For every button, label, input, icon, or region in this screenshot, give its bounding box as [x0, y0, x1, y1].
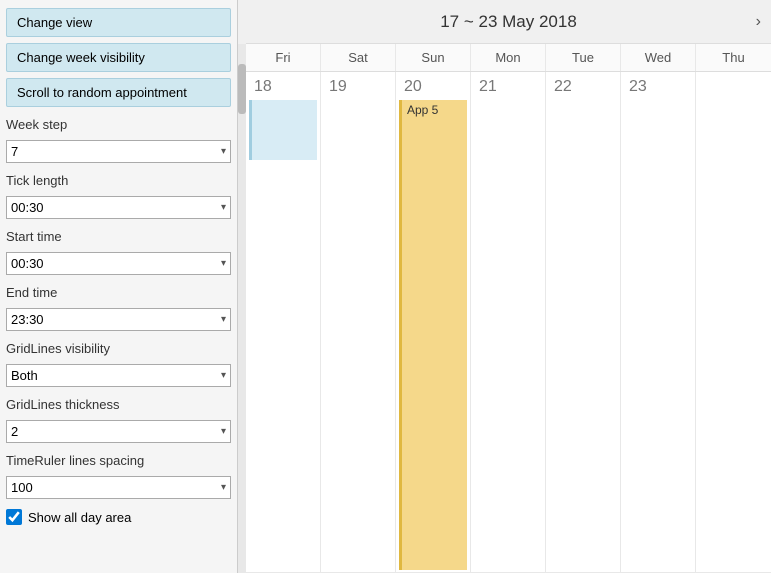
cal-event-faded[interactable] — [249, 100, 317, 160]
timeruler-spacing-select[interactable]: 50100150200 — [11, 480, 53, 495]
timeruler-spacing-caret: ▾ — [221, 482, 226, 493]
tick-length-select-wrapper[interactable]: 00:1500:3001:00 ▾ — [6, 196, 231, 219]
cal-cell-wed[interactable]: 23 — [621, 72, 696, 573]
gridlines-visibility-label: GridLines visibility — [6, 341, 231, 356]
cal-cell-sat[interactable]: 19 — [321, 72, 396, 573]
end-time-caret: ▾ — [221, 314, 226, 325]
scroll-random-button[interactable]: Scroll to random appointment — [6, 78, 231, 107]
cal-day-num-20: 20 — [396, 72, 470, 98]
day-header-mon: Mon — [471, 44, 546, 71]
timeruler-spacing-label: TimeRuler lines spacing — [6, 453, 231, 468]
cal-cell-mon[interactable]: 21 — [471, 72, 546, 573]
week-step-select[interactable]: 1234567 — [11, 144, 39, 159]
calendar-header: 17 ~ 23 May 2018 › — [246, 0, 771, 44]
day-header-sat: Sat — [321, 44, 396, 71]
day-header-fri: Fri — [246, 44, 321, 71]
tick-length-select[interactable]: 00:1500:3001:00 — [11, 200, 64, 215]
day-header-wed: Wed — [621, 44, 696, 71]
gridlines-thickness-caret: ▾ — [221, 426, 226, 437]
appointment-label: App 5 — [407, 103, 438, 117]
show-all-day-area-label: Show all day area — [28, 510, 131, 525]
calendar-next-button[interactable]: › — [756, 13, 761, 31]
cal-cell-sun[interactable]: 20 App 5 — [396, 72, 471, 573]
cal-day-num-23: 23 — [621, 72, 695, 98]
tick-length-caret: ▾ — [221, 202, 226, 213]
gridlines-visibility-select-wrapper[interactable]: NoneHorizontalVerticalBoth ▾ — [6, 364, 231, 387]
cal-day-num-19: 19 — [321, 72, 395, 98]
cal-day-num-22: 22 — [546, 72, 620, 98]
timeruler-spacing-select-wrapper[interactable]: 50100150200 ▾ — [6, 476, 231, 499]
calendar-days-header: Fri Sat Sun Mon Tue Wed Thu — [246, 44, 771, 72]
change-view-button[interactable]: Change view — [6, 8, 231, 37]
show-all-day-area-checkbox[interactable] — [6, 509, 22, 525]
calendar-body: 18 19 20 App 5 21 22 — [246, 72, 771, 573]
start-time-caret: ▾ — [221, 258, 226, 269]
day-header-thu: Thu — [696, 44, 771, 71]
cal-day-num-18: 18 — [246, 72, 320, 98]
start-time-label: Start time — [6, 229, 231, 244]
scrollbar-thumb[interactable] — [238, 64, 246, 114]
gridlines-thickness-select-wrapper[interactable]: 1234 ▾ — [6, 420, 231, 443]
day-header-tue: Tue — [546, 44, 621, 71]
week-step-label: Week step — [6, 117, 231, 132]
end-time-label: End time — [6, 285, 231, 300]
end-time-select-wrapper[interactable]: 22:0023:0023:30 ▾ — [6, 308, 231, 331]
scrollbar-track[interactable] — [238, 44, 246, 573]
start-time-select-wrapper[interactable]: 00:0000:3001:00 ▾ — [6, 252, 231, 275]
cal-cell-thu[interactable] — [696, 72, 771, 573]
gridlines-visibility-caret: ▾ — [221, 370, 226, 381]
tick-length-label: Tick length — [6, 173, 231, 188]
gridlines-thickness-select[interactable]: 1234 — [11, 424, 39, 439]
gridlines-visibility-select[interactable]: NoneHorizontalVerticalBoth — [11, 368, 90, 383]
day-header-sun: Sun — [396, 44, 471, 71]
cal-cell-tue[interactable]: 22 — [546, 72, 621, 573]
end-time-select[interactable]: 22:0023:0023:30 — [11, 312, 64, 327]
calendar-panel: 17 ~ 23 May 2018 › Fri Sat Sun Mon Tue W… — [246, 0, 771, 573]
gridlines-thickness-label: GridLines thickness — [6, 397, 231, 412]
show-all-day-area-row: Show all day area — [6, 509, 231, 525]
cal-day-num-21: 21 — [471, 72, 545, 98]
left-panel: Change view Change week visibility Scrol… — [0, 0, 238, 573]
cal-day-num-thu — [696, 72, 771, 80]
calendar-title: 17 ~ 23 May 2018 — [440, 12, 577, 32]
start-time-select[interactable]: 00:0000:3001:00 — [11, 256, 64, 271]
week-step-select-wrapper[interactable]: 1234567 ▾ — [6, 140, 231, 163]
change-week-visibility-button[interactable]: Change week visibility — [6, 43, 231, 72]
week-step-caret: ▾ — [221, 146, 226, 157]
cal-cell-fri[interactable]: 18 — [246, 72, 321, 573]
cal-appointment-app5[interactable]: App 5 — [399, 100, 467, 570]
